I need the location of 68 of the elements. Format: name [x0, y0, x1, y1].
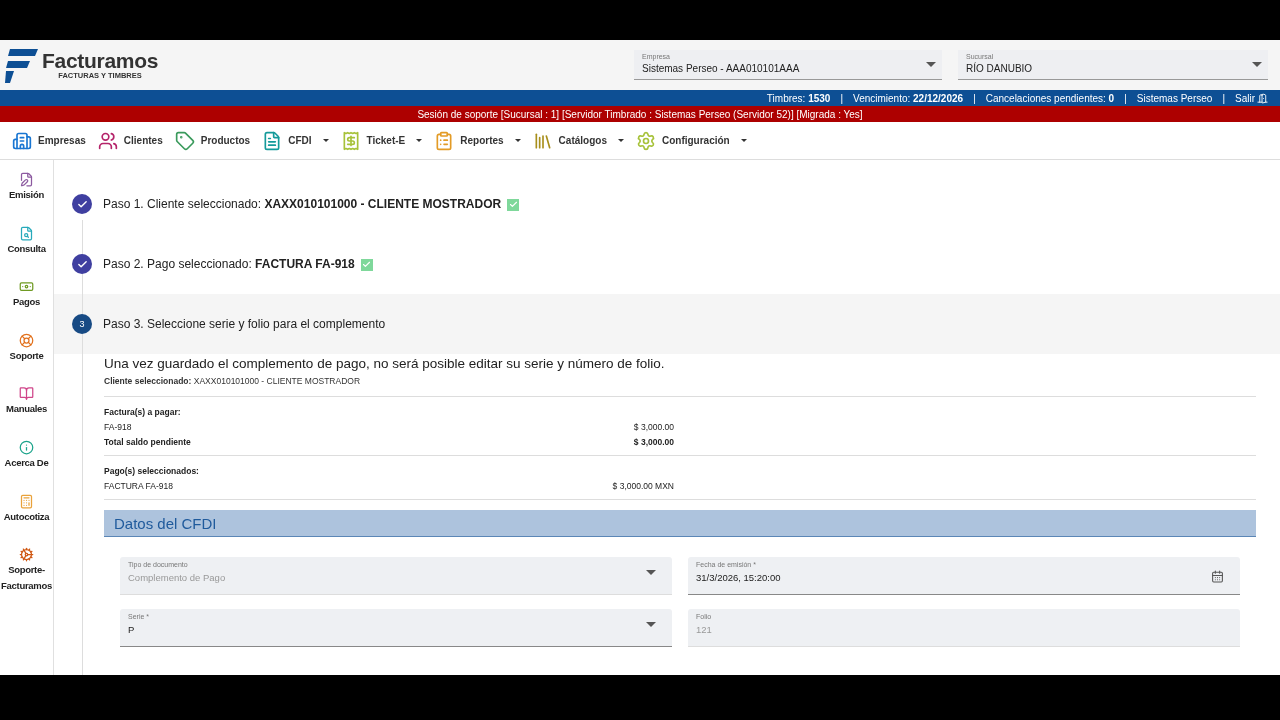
status-item: Cancelaciones pendientes: 0	[985, 92, 1115, 104]
separator: |	[973, 92, 976, 104]
calculator-icon	[19, 493, 34, 509]
caret-icon	[926, 62, 936, 67]
building-icon	[12, 130, 32, 151]
field-value: 121	[696, 624, 712, 635]
row-amount: $ 3,000.00	[633, 422, 674, 432]
step-row[interactable]: 3 Paso 3. Seleccione serie y folio para el complemento	[54, 294, 1280, 354]
row-amount: $ 3,000.00 MXN	[612, 481, 674, 491]
step-title: Paso 1. Cliente seleccionado: XAXX010101000 - CLIENTE MOSTRADOR	[103, 197, 520, 211]
edit-document-icon	[19, 172, 34, 187]
sidebar-item[interactable]: Manuales	[6, 386, 47, 440]
step-title: Paso 2. Pago seleccionado: FACTURA FA-918	[103, 257, 373, 271]
separator: |	[840, 92, 843, 104]
calendar-icon[interactable]	[1211, 570, 1224, 583]
block-heading: Factura(s) a pagar:	[104, 407, 182, 417]
menu-item[interactable]: Configuración	[635, 130, 747, 151]
logo-name: Facturamos	[42, 50, 159, 71]
separator: |	[1124, 92, 1127, 104]
sidebar-item[interactable]: Pagos	[13, 279, 40, 333]
field-value: P	[128, 624, 135, 635]
support-icon	[19, 332, 34, 348]
field-value: RÍO DANUBIO	[966, 63, 1033, 74]
sidebar-item[interactable]: Soporte	[9, 332, 44, 387]
search-document-icon	[19, 225, 34, 241]
clipboard-icon	[434, 130, 455, 151]
menu-item[interactable]: Catálogos	[532, 130, 624, 151]
field-value: 31/3/2026, 15:20:00	[696, 572, 781, 583]
logo-icon	[4, 47, 38, 83]
notice-text: Una vez guardado el complemento de pago, no será posible editar su serie y número de folio.	[104, 356, 666, 371]
menu-item[interactable]: Empresas	[12, 130, 86, 151]
step-title: Paso 3. Seleccione serie y folio para el complemento	[103, 317, 386, 331]
people-icon	[97, 130, 118, 151]
caret-icon	[646, 622, 656, 627]
section-title: Datos del CFDI	[104, 510, 1256, 537]
tag-icon	[174, 130, 195, 151]
user-link[interactable]: Sistemas Perseo	[1136, 92, 1213, 104]
step-badge: 3	[72, 314, 92, 334]
menu-item[interactable]: Clientes	[97, 130, 163, 151]
menu-item[interactable]: Reportes	[434, 130, 521, 151]
caret-icon	[646, 570, 656, 575]
block-heading: Pago(s) seleccionados:	[104, 466, 200, 476]
sidebar-item[interactable]: Autocotiza	[3, 493, 50, 548]
status-item: Vencimiento: 22/12/2026	[853, 92, 964, 104]
menu-item[interactable]: CFDI	[262, 130, 329, 151]
row-label: FA-918	[104, 422, 132, 432]
info-icon	[19, 439, 34, 455]
step-row[interactable]: Paso 2. Pago seleccionado: FACTURA FA-918	[54, 234, 1280, 294]
status-item: Timbres: 1530	[766, 92, 831, 104]
field-value: Sistemas Perseo - AAA010101AAA	[642, 63, 800, 74]
logout-link[interactable]: Salir	[1235, 92, 1268, 104]
row-label: Total saldo pendiente	[104, 437, 191, 447]
separator: |	[1222, 92, 1225, 104]
menu-item[interactable]: Ticket-E	[340, 130, 423, 151]
gear-icon	[19, 547, 34, 563]
row-amount: $ 3,000.00	[633, 437, 674, 447]
sidebar-item[interactable]: Consulta	[7, 225, 46, 280]
row-label: FACTURA FA-918	[104, 481, 173, 491]
support-banner: Sesión de soporte [Sucursal : 1] [Servidor Timbrado : Sistemas Perseo (Servidor 52)] [Migrada : Yes]	[0, 106, 1280, 122]
client-line: Cliente seleccionado: XAXX010101000 - CLIENTE MOSTRADOR	[104, 376, 1256, 397]
sidebar-item[interactable]: Soporte-Facturamos	[0, 547, 53, 601]
sidebar-item[interactable]: Emisión	[9, 172, 44, 226]
caret-icon	[1252, 62, 1262, 67]
step-row[interactable]: Paso 1. Cliente seleccionado: XAXX010101000 - CLIENTE MOSTRADOR	[54, 174, 1280, 234]
sidebar-item[interactable]: Acerca De	[4, 439, 49, 494]
menu-item[interactable]: Productos	[174, 130, 251, 151]
book-icon	[19, 386, 34, 402]
door-icon	[1257, 92, 1268, 104]
